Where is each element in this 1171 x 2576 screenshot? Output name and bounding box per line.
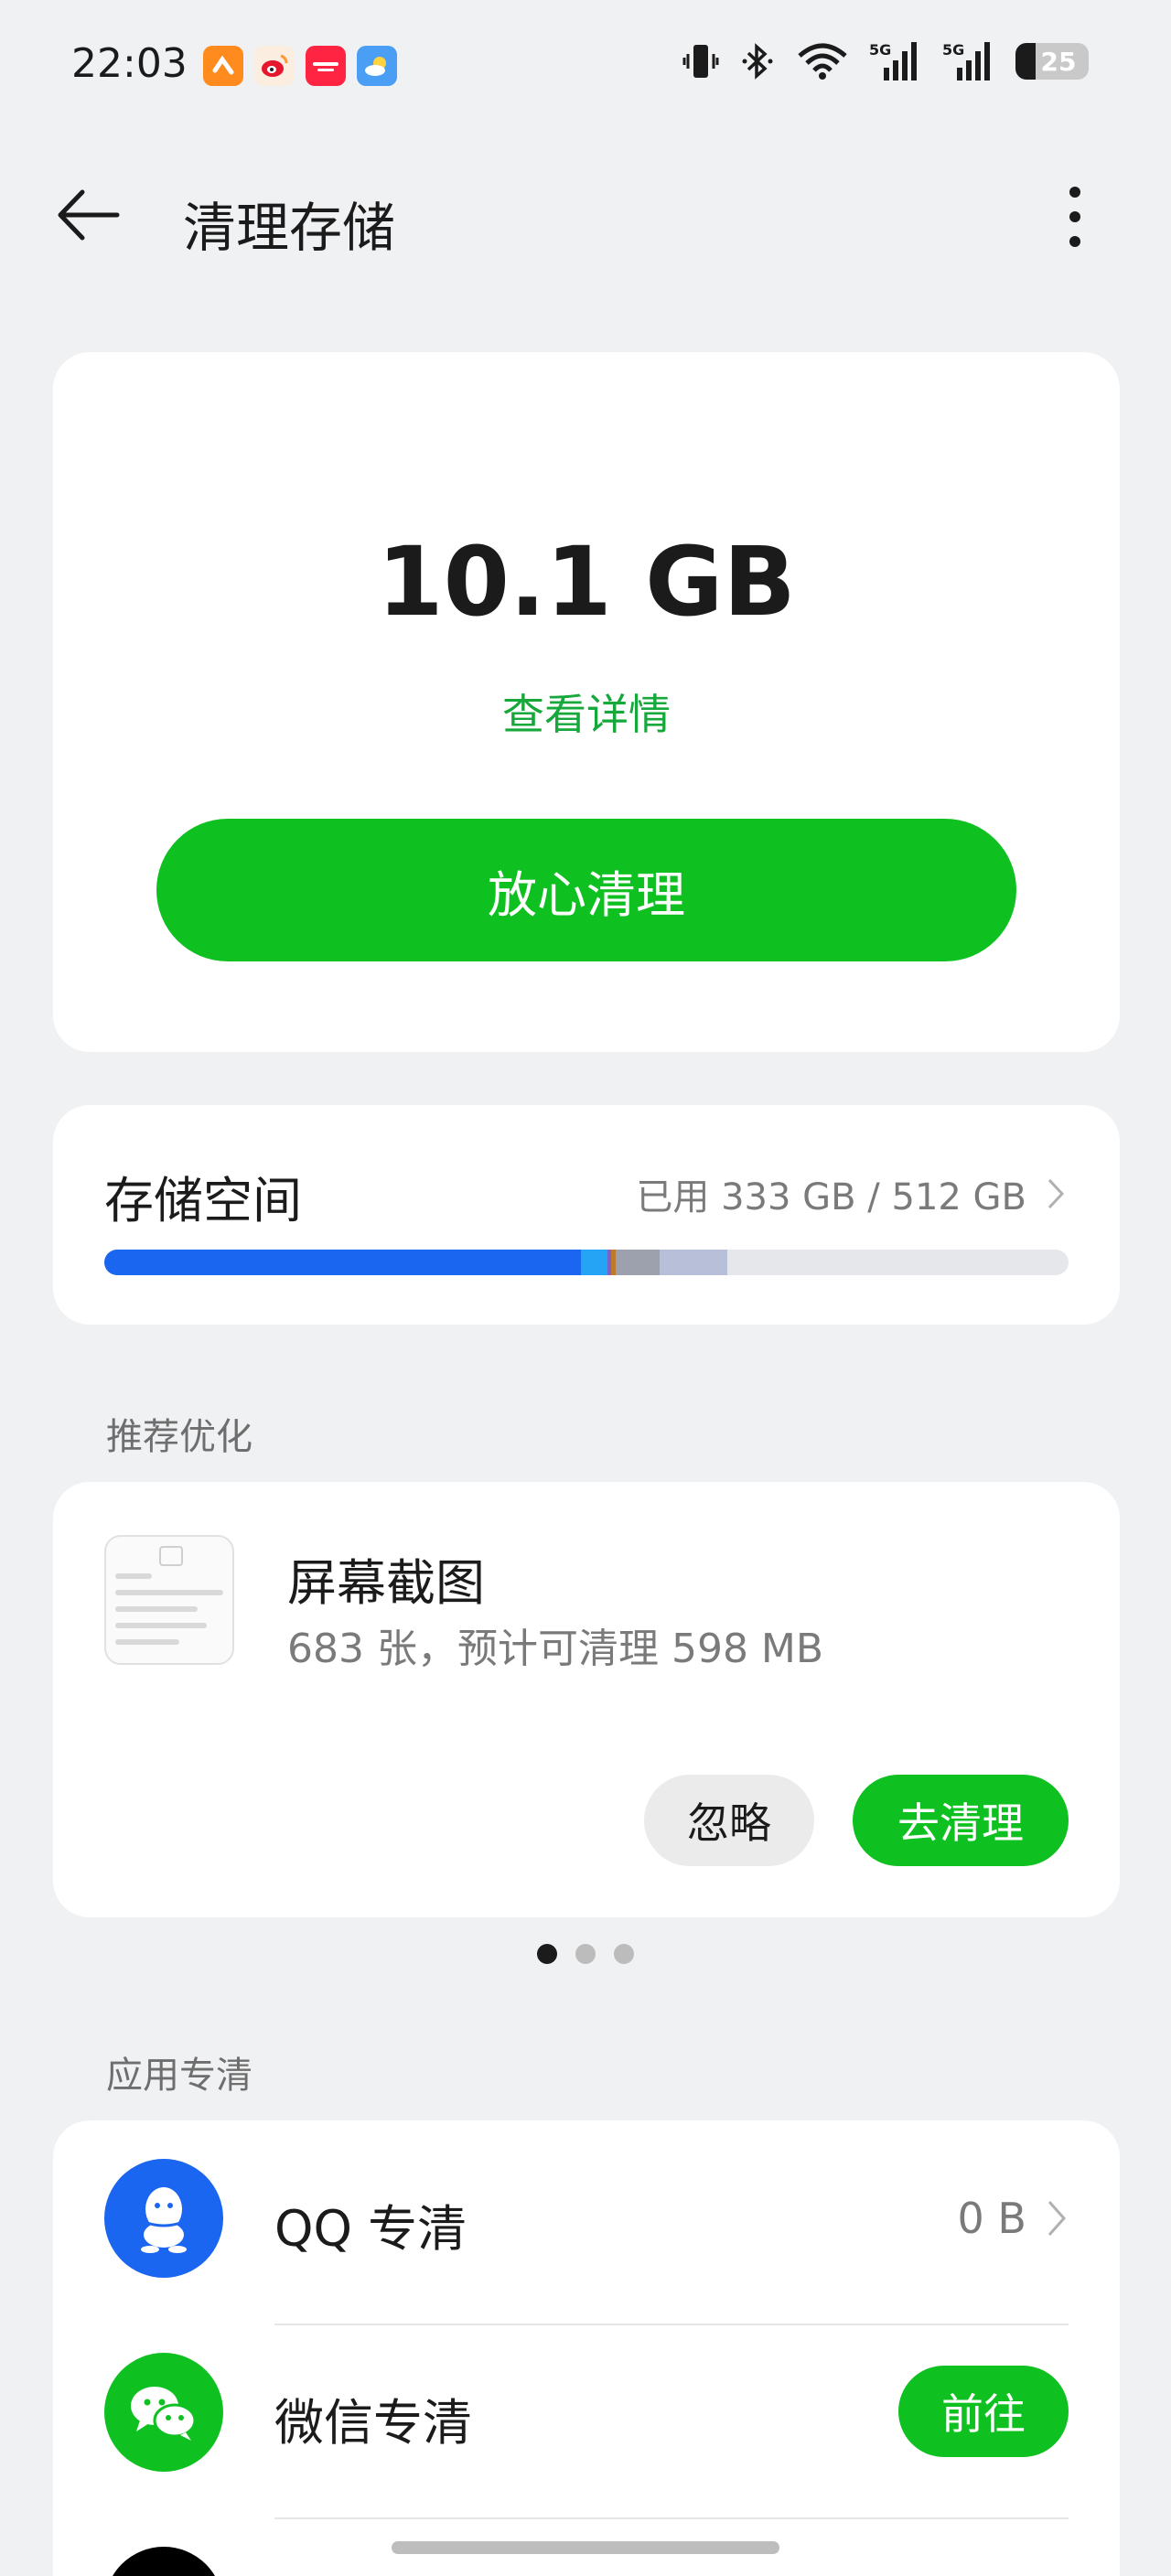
screenshot-thumbnail	[104, 1535, 234, 1665]
app-header: 清理存储	[0, 165, 1171, 265]
recommend-section-label: 推荐优化	[106, 1416, 252, 1458]
system-icons: 5G 5G 25	[682, 40, 1089, 82]
page-indicator	[0, 1944, 1171, 1964]
storage-title: 存储空间	[104, 1172, 302, 1229]
view-details-link[interactable]: 查看详情	[53, 682, 1120, 742]
wifi-icon	[796, 41, 849, 81]
status-bar: 22:03 5G 5G 25	[0, 0, 1171, 128]
vibrate-icon	[682, 41, 719, 81]
page-dot[interactable]	[537, 1944, 557, 1964]
signal-5g-icon: 5G	[869, 40, 922, 82]
qq-clean-size: 0 B	[957, 2194, 1026, 2243]
weibo-icon	[254, 46, 295, 86]
qq-clean-value: 0 B	[958, 2194, 1067, 2243]
weather-icon	[357, 46, 397, 86]
go-button[interactable]: 前往	[898, 2366, 1069, 2457]
qq-clean-label: QQ 专清	[274, 2200, 467, 2258]
signal-5g-icon: 5G	[942, 40, 995, 82]
app-clean-section-label: 应用专清	[106, 2055, 252, 2097]
wechat-clean-label: 微信专清	[274, 2394, 472, 2452]
recommendation-title: 屏幕截图	[287, 1554, 485, 1612]
go-clean-button[interactable]: 去清理	[853, 1775, 1069, 1866]
app-icon-orange	[203, 46, 243, 86]
notification-app-icons	[203, 46, 397, 86]
qq-icon	[104, 2159, 223, 2278]
battery-icon: 25	[1015, 43, 1089, 80]
more-vertical-icon	[1069, 187, 1080, 247]
storage-segment	[580, 1250, 608, 1275]
bluetooth-icon	[739, 41, 776, 81]
more-options-button[interactable]	[1052, 183, 1098, 251]
storage-used-text: 已用 333 GB / 512 GB	[636, 1176, 1026, 1218]
recommendation-description: 683 张，预计可清理 598 MB	[287, 1626, 824, 1672]
storage-segment	[615, 1250, 661, 1275]
xiaohongshu-icon	[306, 46, 346, 86]
svg-text:5G: 5G	[942, 41, 964, 59]
back-button[interactable]	[53, 183, 126, 247]
recommendation-card: 屏幕截图 683 张，预计可清理 598 MB 忽略 去清理	[53, 1482, 1120, 1917]
wechat-icon	[104, 2353, 223, 2472]
chevron-right-icon	[1047, 2201, 1067, 2236]
home-indicator[interactable]	[392, 2541, 779, 2554]
chevron-right-icon	[1047, 1178, 1065, 1209]
storage-usage-bar	[104, 1250, 1069, 1275]
cleanable-size: 10.1 GB	[377, 526, 796, 638]
battery-level: 25	[1040, 46, 1077, 77]
svg-text:5G: 5G	[869, 41, 891, 59]
storage-used: 已用 333 GB / 512 GB	[636, 1167, 1065, 1220]
ignore-button[interactable]: 忽略	[644, 1775, 814, 1866]
wechat-clean-row[interactable]: 微信专清 前往	[53, 2314, 1120, 2508]
qq-clean-row[interactable]: QQ 专清 0 B	[53, 2120, 1120, 2314]
page-title: 清理存储	[183, 197, 396, 259]
storage-segment	[104, 1250, 581, 1275]
storage-segment	[660, 1250, 727, 1275]
storage-space-card[interactable]: 存储空间 已用 333 GB / 512 GB	[53, 1105, 1120, 1325]
cleanable-summary-card: 10.1 GB 查看详情 放心清理	[53, 352, 1120, 1052]
app-clean-card: QQ 专清 0 B 微信专清 前往	[53, 2120, 1120, 2576]
safe-clean-button[interactable]: 放心清理	[156, 819, 1016, 961]
arrow-left-icon	[58, 189, 120, 241]
page-dot[interactable]	[575, 1944, 596, 1964]
app-icon-partial	[104, 2547, 223, 2576]
page-dot[interactable]	[614, 1944, 634, 1964]
status-time: 22:03	[71, 40, 188, 87]
